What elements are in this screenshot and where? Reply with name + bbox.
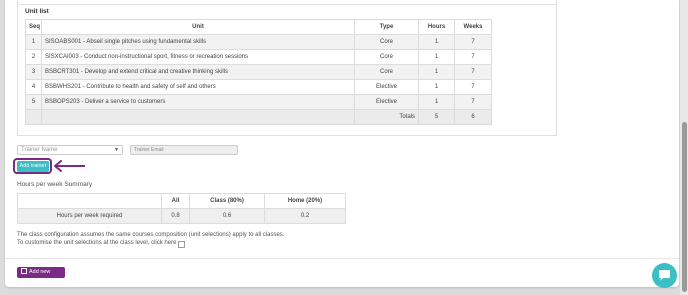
- cell-unit: BSBWHS201 - Contribute to health and saf…: [41, 79, 355, 95]
- trainer-name-placeholder: Trainer Name: [21, 147, 58, 153]
- table-row: 2 SISXCAI003 - Conduct non-instructional…: [25, 49, 492, 65]
- cell-hours: 1: [418, 34, 455, 50]
- cell-type: Core: [354, 49, 419, 65]
- cell-unit: BSBCRT301 - Develop and extend critical …: [41, 64, 355, 80]
- column-header-seq: Seq: [25, 19, 42, 35]
- cell-home: 0.2: [264, 208, 346, 224]
- column-header-all: All: [161, 193, 190, 209]
- cell-hours: 1: [418, 94, 455, 110]
- cell-seq: 5: [25, 94, 42, 110]
- save-icon: [21, 268, 27, 274]
- column-header-class: Class (80%): [189, 193, 265, 209]
- caret-down-icon: ▼: [114, 147, 119, 153]
- pointer-arrow-icon: [54, 160, 85, 172]
- table-row: 1 SISOABS001 - Abseil single pitches usi…: [25, 34, 492, 50]
- summary-table: All Class (80%) Home (20%) Hours per wee…: [17, 193, 346, 224]
- column-header-weeks: Weeks: [454, 19, 492, 35]
- customise-note: To customise the unit selections at the …: [17, 240, 177, 246]
- add-new-class-button[interactable]: Add new Class: [17, 267, 65, 286]
- table-row: 4 BSBWHS201 - Contribute to health and s…: [25, 79, 492, 95]
- unit-list-title: Unit list: [25, 8, 49, 15]
- cell-type: Elective: [354, 94, 419, 110]
- column-header-hours: Hours: [418, 19, 455, 35]
- divider: [5, 258, 679, 259]
- cell-unit: SISOABS001 - Abseil single pitches using…: [41, 34, 355, 50]
- trainer-name-select[interactable]: Trainer Name ▼: [17, 145, 123, 155]
- panel-divider: [17, 4, 556, 5]
- cell-weeks: 7: [454, 94, 492, 110]
- cell-weeks: 7: [454, 79, 492, 95]
- totals-hours: 5: [418, 109, 455, 125]
- unit-table: Seq Unit Type Hours Weeks 1 SISOABS001 -…: [25, 19, 492, 125]
- column-header-unit: Unit: [41, 19, 355, 35]
- totals-weeks: 6: [454, 109, 492, 125]
- cell-seq: 2: [25, 49, 42, 65]
- cell-type: Core: [354, 64, 419, 80]
- row-label: Hours per week required: [17, 208, 162, 224]
- chat-icon: [659, 270, 670, 281]
- cell-weeks: 7: [454, 34, 492, 50]
- cell-seq: 4: [25, 79, 42, 95]
- totals-label: Totals: [354, 109, 419, 125]
- table-row: 5 BSBOPS203 - Deliver a service to custo…: [25, 94, 492, 110]
- cell-weeks: 7: [454, 64, 492, 80]
- cell-type: Core: [354, 34, 419, 50]
- cell-hours: 1: [418, 79, 455, 95]
- cell-class: 0.6: [189, 208, 265, 224]
- cell-weeks: 7: [454, 49, 492, 65]
- cell-seq: 1: [25, 34, 42, 50]
- chat-button[interactable]: [652, 263, 677, 288]
- cell-unit: BSBOPS203 - Deliver a service to custome…: [41, 94, 355, 110]
- summary-title: Hours per week Summary: [17, 181, 93, 188]
- class-config-note: The class configuration assumes the same…: [17, 232, 285, 238]
- column-header-type: Type: [354, 19, 419, 35]
- customise-checkbox[interactable]: [178, 241, 185, 248]
- column-header-blank: [17, 193, 162, 209]
- cell-hours: 1: [418, 49, 455, 65]
- cell-type: Elective: [354, 79, 419, 95]
- add-trainer-button[interactable]: Add trainer: [17, 161, 49, 172]
- cell-hours: 1: [418, 64, 455, 80]
- table-row: Hours per week required 0.8 0.6 0.2: [17, 208, 346, 224]
- cell-seq: 3: [25, 64, 42, 80]
- cell-unit: SISXCAI003 - Conduct non-instructional s…: [41, 49, 355, 65]
- table-row: 3 BSBCRT301 - Develop and extend critica…: [25, 64, 492, 80]
- trainer-email-field[interactable]: Trainer Email: [130, 145, 238, 155]
- cell-all: 0.8: [161, 208, 190, 224]
- scrollbar-thumb[interactable]: [682, 122, 687, 292]
- totals-row: Totals 5 6: [25, 109, 492, 125]
- column-header-home: Home (20%): [264, 193, 346, 209]
